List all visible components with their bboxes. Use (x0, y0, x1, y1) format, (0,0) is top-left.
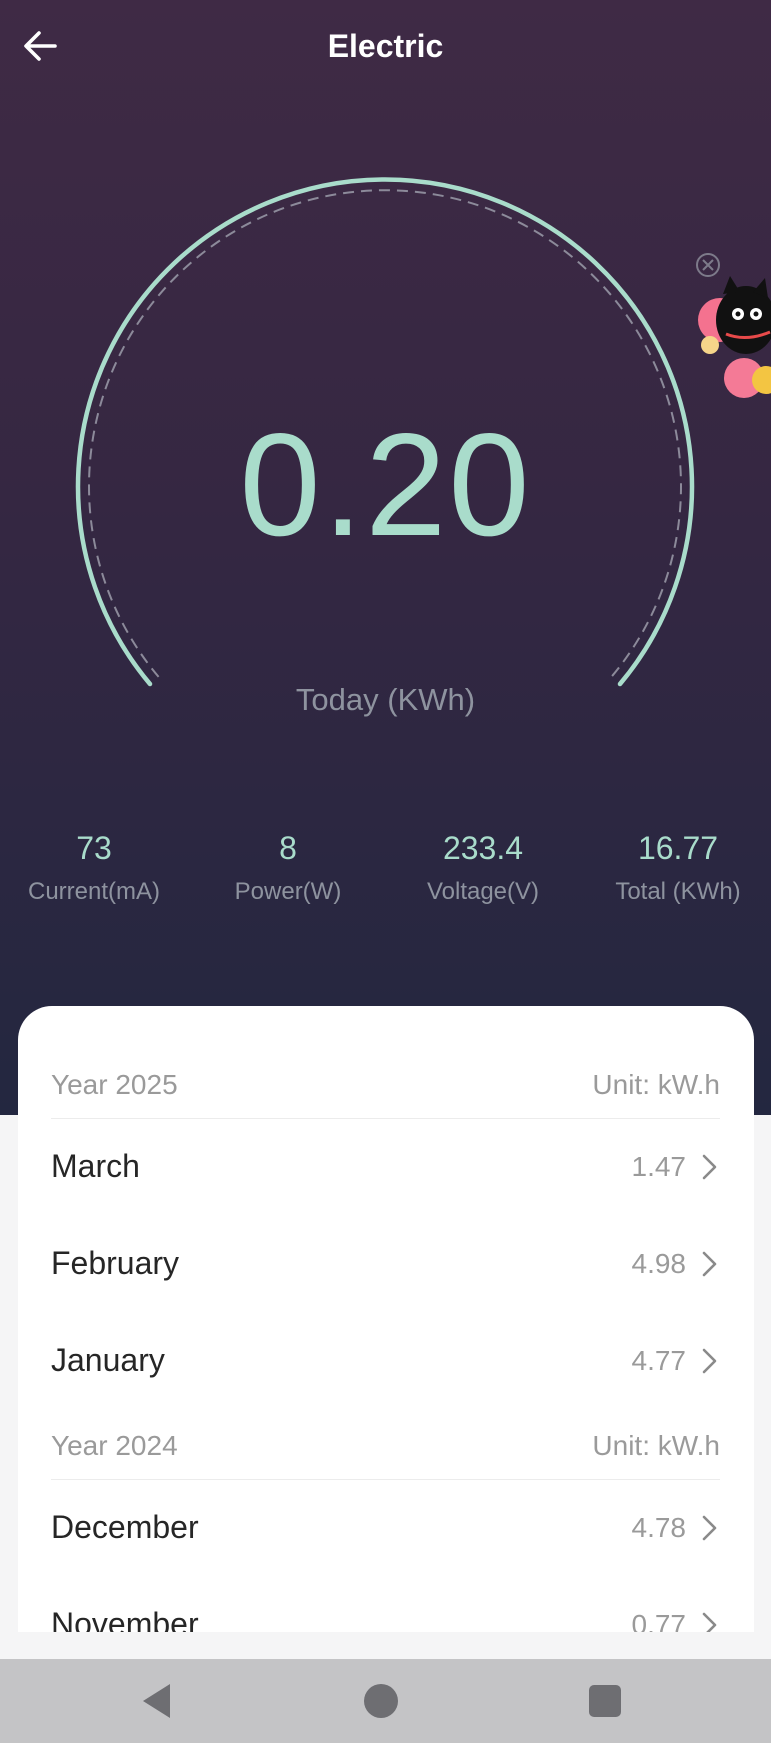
month-value: 4.77 (631, 1345, 687, 1376)
year-header-2025: Year 2025 Unit: kW.h (51, 1054, 720, 1119)
stat-value: 8 (279, 830, 297, 866)
chevron-right-icon (702, 1515, 717, 1541)
hero-panel: Electric 0.20 Today (KWh) 73 Current(mA)… (0, 0, 771, 1115)
year-label: Year 2024 (51, 1430, 178, 1461)
square-recents-icon[interactable] (584, 1680, 626, 1722)
year-label: Year 2025 (51, 1069, 178, 1100)
chevron-right-icon (702, 1154, 717, 1180)
month-row-february[interactable]: February 4.98 (51, 1215, 720, 1312)
unit-label: Unit: kW.h (592, 1069, 720, 1100)
month-name: December (51, 1509, 199, 1545)
cat-mascot-icon (698, 276, 771, 398)
month-value: 1.47 (631, 1151, 687, 1182)
stat-current: 73 Current(mA) (0, 828, 194, 910)
stat-total: 16.77 Total (KWh) (578, 828, 771, 910)
system-navigation-bar (0, 1659, 771, 1743)
floating-promo-widget[interactable] (690, 250, 771, 400)
stat-value: 73 (76, 830, 112, 866)
month-value: 4.98 (631, 1248, 687, 1279)
today-usage-value: 0.20 (239, 403, 532, 566)
month-name: March (51, 1148, 140, 1184)
chevron-right-icon (702, 1348, 717, 1374)
triangle-back-icon[interactable] (137, 1680, 179, 1722)
month-row-december[interactable]: December 4.78 (51, 1479, 720, 1576)
stat-label: Power(W) (234, 878, 342, 905)
stat-label: Current(mA) (27, 878, 160, 905)
month-name: January (51, 1342, 165, 1378)
month-row-january[interactable]: January 4.77 (51, 1312, 720, 1409)
monthly-history-card[interactable]: Year 2025 Unit: kW.h March 1.47 February… (18, 1006, 754, 1632)
close-circle-icon[interactable] (696, 253, 720, 277)
stat-power: 8 Power(W) (188, 828, 388, 910)
month-name: November (51, 1606, 199, 1632)
year-header-2024: Year 2024 Unit: kW.h (51, 1415, 720, 1480)
stat-label: Voltage(V) (426, 878, 540, 905)
stats-row: 73 Current(mA) 8 Power(W) 233.4 Voltage(… (0, 828, 771, 928)
stat-value: 233.4 (442, 830, 524, 866)
month-value: 4.78 (631, 1512, 687, 1543)
today-usage-label: Today (KWh) (295, 682, 476, 717)
stat-value: 16.77 (637, 830, 719, 866)
month-row-november[interactable]: November 0.77 (51, 1576, 720, 1632)
top-bar: Electric (0, 0, 771, 96)
month-name: February (51, 1245, 180, 1281)
month-row-march[interactable]: March 1.47 (51, 1118, 720, 1215)
month-value: 0.77 (631, 1609, 687, 1632)
page-title: Electric (327, 28, 444, 64)
chevron-right-icon (702, 1612, 717, 1632)
unit-label: Unit: kW.h (592, 1430, 720, 1461)
stat-voltage: 233.4 Voltage(V) (383, 828, 583, 910)
circle-home-icon[interactable] (360, 1680, 402, 1722)
chevron-right-icon (702, 1251, 717, 1277)
stat-label: Total (KWh) (615, 878, 741, 905)
